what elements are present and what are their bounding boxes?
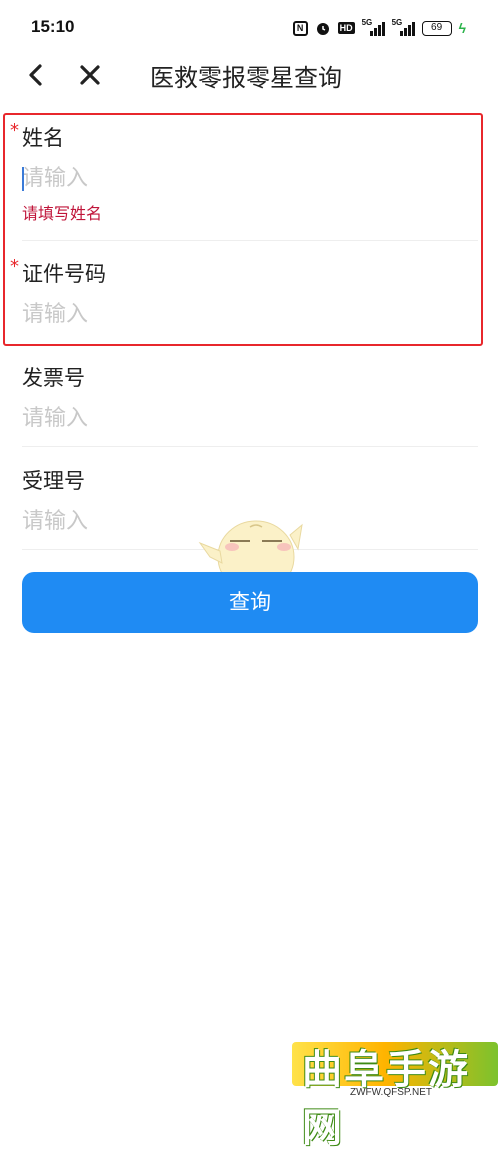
query-button[interactable]: 查询: [22, 572, 478, 633]
invoice-field: 发票号 请输入: [22, 362, 480, 436]
nfc-icon: N: [292, 20, 308, 36]
close-icon[interactable]: [76, 60, 104, 90]
invoice-label: 发票号: [22, 366, 85, 390]
invoice-input[interactable]: 请输入: [22, 402, 480, 436]
required-mark: *: [10, 120, 19, 141]
page-title: 医救零报零星查询: [150, 64, 342, 92]
id-number-field: * 证件号码 请输入: [10, 256, 480, 332]
chevron-left-icon[interactable]: [24, 60, 48, 90]
divider: [22, 446, 478, 447]
divider: [22, 240, 478, 241]
acceptance-label: 受理号: [22, 469, 85, 493]
status-time: 15:10: [31, 17, 75, 36]
name-label: * 姓名: [10, 120, 64, 150]
signal-5g-icon: 5G: [362, 18, 385, 36]
nav-bar: 医救零报零星查询: [0, 56, 500, 96]
signal-5g-2-icon: 5G: [392, 18, 415, 36]
name-input[interactable]: 请输入: [22, 162, 480, 196]
watermark-url: ZWFW.QFSP.NET: [350, 1087, 433, 1098]
name-field: * 姓名 请输入 请填写姓名: [10, 120, 480, 224]
battery-icon: 69: [421, 20, 452, 36]
alarm-icon: [316, 23, 329, 35]
text-cursor: [22, 167, 24, 191]
hd-icon: HD: [337, 22, 355, 34]
charging-icon: ϟ: [458, 20, 466, 36]
required-mark: *: [10, 256, 19, 277]
name-error: 请填写姓名: [22, 204, 103, 223]
id-number-label: * 证件号码: [10, 256, 106, 286]
id-number-input[interactable]: 请输入: [22, 298, 480, 332]
status-icons: N HD 5G 5G 69 ϟ: [292, 18, 466, 38]
status-bar: 15:10 N HD 5G 5G 69 ϟ: [0, 0, 500, 56]
